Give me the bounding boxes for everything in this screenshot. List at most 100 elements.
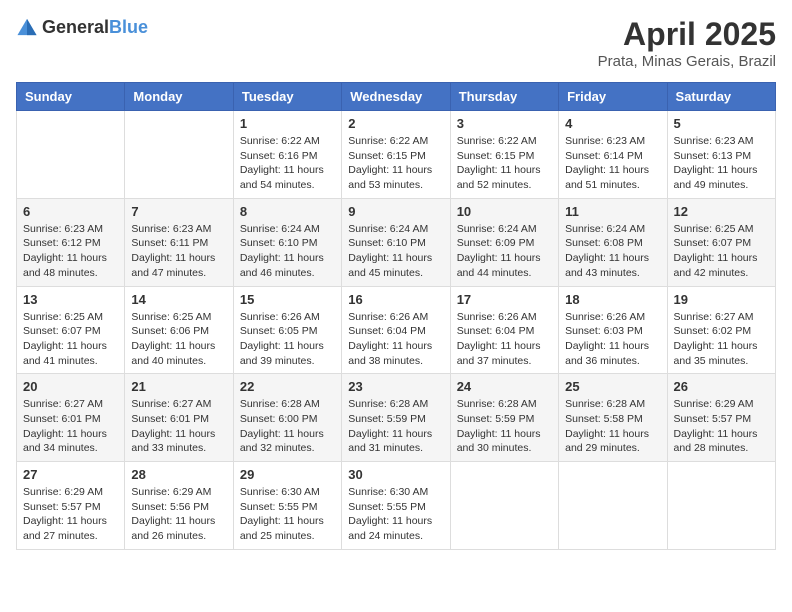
- day-info: Sunrise: 6:27 AMSunset: 6:02 PMDaylight:…: [674, 310, 769, 369]
- calendar-cell: 6 Sunrise: 6:23 AMSunset: 6:12 PMDaylight…: [17, 198, 125, 286]
- day-number: 17: [457, 292, 552, 307]
- day-info: Sunrise: 6:24 AMSunset: 6:09 PMDaylight:…: [457, 222, 552, 281]
- calendar-cell: [125, 111, 233, 199]
- calendar-cell: 25Sunrise: 6:28 AMSunset: 5:58 PMDayligh…: [559, 374, 667, 462]
- weekday-header: Tuesday: [233, 83, 341, 111]
- calendar-cell: 7Sunrise: 6:23 AMSunset: 6:11 PMDaylight…: [125, 198, 233, 286]
- day-info: Sunrise: 6:30 AMSunset: 5:55 PMDaylight:…: [348, 485, 443, 544]
- day-info: Sunrise: 6:26 AMSunset: 6:04 PMDaylight:…: [457, 310, 552, 369]
- calendar-week-row: 6 Sunrise: 6:23 AMSunset: 6:12 PMDaylight…: [17, 198, 776, 286]
- calendar-cell: 22 Sunrise: 6:28 AMSunset: 6:00 PMDayligh…: [233, 374, 341, 462]
- day-number: 4: [565, 116, 660, 131]
- calendar-cell: 18 Sunrise: 6:26 AMSunset: 6:03 PMDayligh…: [559, 286, 667, 374]
- weekday-header: Saturday: [667, 83, 775, 111]
- day-info: Sunrise: 6:28 AMSunset: 5:59 PMDaylight:…: [457, 397, 552, 456]
- calendar-cell: 3Sunrise: 6:22 AMSunset: 6:15 PMDaylight…: [450, 111, 558, 199]
- weekday-header: Sunday: [17, 83, 125, 111]
- day-number: 29: [240, 467, 335, 482]
- day-info: Sunrise: 6:26 AMSunset: 6:04 PMDaylight:…: [348, 310, 443, 369]
- weekday-header: Monday: [125, 83, 233, 111]
- calendar-cell: 14 Sunrise: 6:25 AMSunset: 6:06 PMDayligh…: [125, 286, 233, 374]
- calendar-cell: [559, 462, 667, 550]
- page-header: GeneralBlue April 2025 Prata, Minas Gera…: [16, 16, 776, 70]
- calendar-week-row: 27 Sunrise: 6:29 AMSunset: 5:57 PMDayligh…: [17, 462, 776, 550]
- calendar-cell: 30 Sunrise: 6:30 AMSunset: 5:55 PMDayligh…: [342, 462, 450, 550]
- day-info: Sunrise: 6:23 AMSunset: 6:12 PMDaylight:…: [23, 222, 118, 281]
- calendar-cell: 15 Sunrise: 6:26 AMSunset: 6:05 PMDayligh…: [233, 286, 341, 374]
- day-number: 3: [457, 116, 552, 131]
- day-number: 13: [23, 292, 118, 307]
- day-info: Sunrise: 6:25 AMSunset: 6:07 PMDaylight:…: [23, 310, 118, 369]
- day-number: 8: [240, 204, 335, 219]
- day-info: Sunrise: 6:23 AMSunset: 6:13 PMDaylight:…: [674, 134, 769, 193]
- day-number: 15: [240, 292, 335, 307]
- calendar-cell: 13 Sunrise: 6:25 AMSunset: 6:07 PMDayligh…: [17, 286, 125, 374]
- day-number: 6: [23, 204, 118, 219]
- calendar-week-row: 1 Sunrise: 6:22 AMSunset: 6:16 PMDaylight…: [17, 111, 776, 199]
- day-info: Sunrise: 6:27 AMSunset: 6:01 PMDaylight:…: [131, 397, 226, 456]
- location-title: Prata, Minas Gerais, Brazil: [598, 53, 776, 70]
- day-number: 26: [674, 379, 769, 394]
- day-number: 24: [457, 379, 552, 394]
- calendar-cell: [667, 462, 775, 550]
- title-area: April 2025 Prata, Minas Gerais, Brazil: [598, 16, 776, 70]
- day-info: Sunrise: 6:28 AMSunset: 5:58 PMDaylight:…: [565, 397, 660, 456]
- day-info: Sunrise: 6:29 AMSunset: 5:57 PMDaylight:…: [674, 397, 769, 456]
- calendar-cell: 23Sunrise: 6:28 AMSunset: 5:59 PMDayligh…: [342, 374, 450, 462]
- calendar-week-row: 20 Sunrise: 6:27 AMSunset: 6:01 PMDayligh…: [17, 374, 776, 462]
- calendar-header-row: SundayMondayTuesdayWednesdayThursdayFrid…: [17, 83, 776, 111]
- day-number: 28: [131, 467, 226, 482]
- day-info: Sunrise: 6:29 AMSunset: 5:57 PMDaylight:…: [23, 485, 118, 544]
- day-number: 16: [348, 292, 443, 307]
- day-info: Sunrise: 6:28 AMSunset: 6:00 PMDaylight:…: [240, 397, 335, 456]
- day-number: 1: [240, 116, 335, 131]
- calendar-cell: 5 Sunrise: 6:23 AMSunset: 6:13 PMDaylight…: [667, 111, 775, 199]
- logo-general-text: General: [42, 17, 109, 37]
- weekday-header: Friday: [559, 83, 667, 111]
- day-info: Sunrise: 6:28 AMSunset: 5:59 PMDaylight:…: [348, 397, 443, 456]
- day-number: 21: [131, 379, 226, 394]
- day-info: Sunrise: 6:26 AMSunset: 6:03 PMDaylight:…: [565, 310, 660, 369]
- day-number: 22: [240, 379, 335, 394]
- day-info: Sunrise: 6:22 AMSunset: 6:16 PMDaylight:…: [240, 134, 335, 193]
- day-info: Sunrise: 6:29 AMSunset: 5:56 PMDaylight:…: [131, 485, 226, 544]
- calendar-cell: 9 Sunrise: 6:24 AMSunset: 6:10 PMDaylight…: [342, 198, 450, 286]
- day-info: Sunrise: 6:30 AMSunset: 5:55 PMDaylight:…: [240, 485, 335, 544]
- day-number: 5: [674, 116, 769, 131]
- day-info: Sunrise: 6:23 AMSunset: 6:14 PMDaylight:…: [565, 134, 660, 193]
- calendar-cell: 27 Sunrise: 6:29 AMSunset: 5:57 PMDayligh…: [17, 462, 125, 550]
- calendar-cell: 26 Sunrise: 6:29 AMSunset: 5:57 PMDayligh…: [667, 374, 775, 462]
- day-info: Sunrise: 6:25 AMSunset: 6:06 PMDaylight:…: [131, 310, 226, 369]
- day-info: Sunrise: 6:22 AMSunset: 6:15 PMDaylight:…: [348, 134, 443, 193]
- day-number: 18: [565, 292, 660, 307]
- day-info: Sunrise: 6:25 AMSunset: 6:07 PMDaylight:…: [674, 222, 769, 281]
- calendar-cell: 29 Sunrise: 6:30 AMSunset: 5:55 PMDayligh…: [233, 462, 341, 550]
- day-number: 19: [674, 292, 769, 307]
- day-info: Sunrise: 6:23 AMSunset: 6:11 PMDaylight:…: [131, 222, 226, 281]
- day-number: 11: [565, 204, 660, 219]
- day-number: 20: [23, 379, 118, 394]
- day-number: 9: [348, 204, 443, 219]
- day-info: Sunrise: 6:24 AMSunset: 6:08 PMDaylight:…: [565, 222, 660, 281]
- day-number: 27: [23, 467, 118, 482]
- calendar-cell: 10 Sunrise: 6:24 AMSunset: 6:09 PMDayligh…: [450, 198, 558, 286]
- calendar-cell: 17 Sunrise: 6:26 AMSunset: 6:04 PMDayligh…: [450, 286, 558, 374]
- logo: GeneralBlue: [16, 16, 148, 38]
- month-title: April 2025: [598, 16, 776, 53]
- day-number: 10: [457, 204, 552, 219]
- weekday-header: Thursday: [450, 83, 558, 111]
- day-info: Sunrise: 6:24 AMSunset: 6:10 PMDaylight:…: [348, 222, 443, 281]
- calendar-cell: 19 Sunrise: 6:27 AMSunset: 6:02 PMDayligh…: [667, 286, 775, 374]
- calendar-cell: 24 Sunrise: 6:28 AMSunset: 5:59 PMDayligh…: [450, 374, 558, 462]
- calendar-cell: 4 Sunrise: 6:23 AMSunset: 6:14 PMDaylight…: [559, 111, 667, 199]
- calendar-cell: 2Sunrise: 6:22 AMSunset: 6:15 PMDaylight…: [342, 111, 450, 199]
- day-number: 30: [348, 467, 443, 482]
- day-info: Sunrise: 6:26 AMSunset: 6:05 PMDaylight:…: [240, 310, 335, 369]
- calendar-cell: 11 Sunrise: 6:24 AMSunset: 6:08 PMDayligh…: [559, 198, 667, 286]
- calendar-cell: 28 Sunrise: 6:29 AMSunset: 5:56 PMDayligh…: [125, 462, 233, 550]
- day-info: Sunrise: 6:24 AMSunset: 6:10 PMDaylight:…: [240, 222, 335, 281]
- calendar-cell: 16 Sunrise: 6:26 AMSunset: 6:04 PMDayligh…: [342, 286, 450, 374]
- calendar-cell: [450, 462, 558, 550]
- calendar-cell: 8 Sunrise: 6:24 AMSunset: 6:10 PMDaylight…: [233, 198, 341, 286]
- day-number: 14: [131, 292, 226, 307]
